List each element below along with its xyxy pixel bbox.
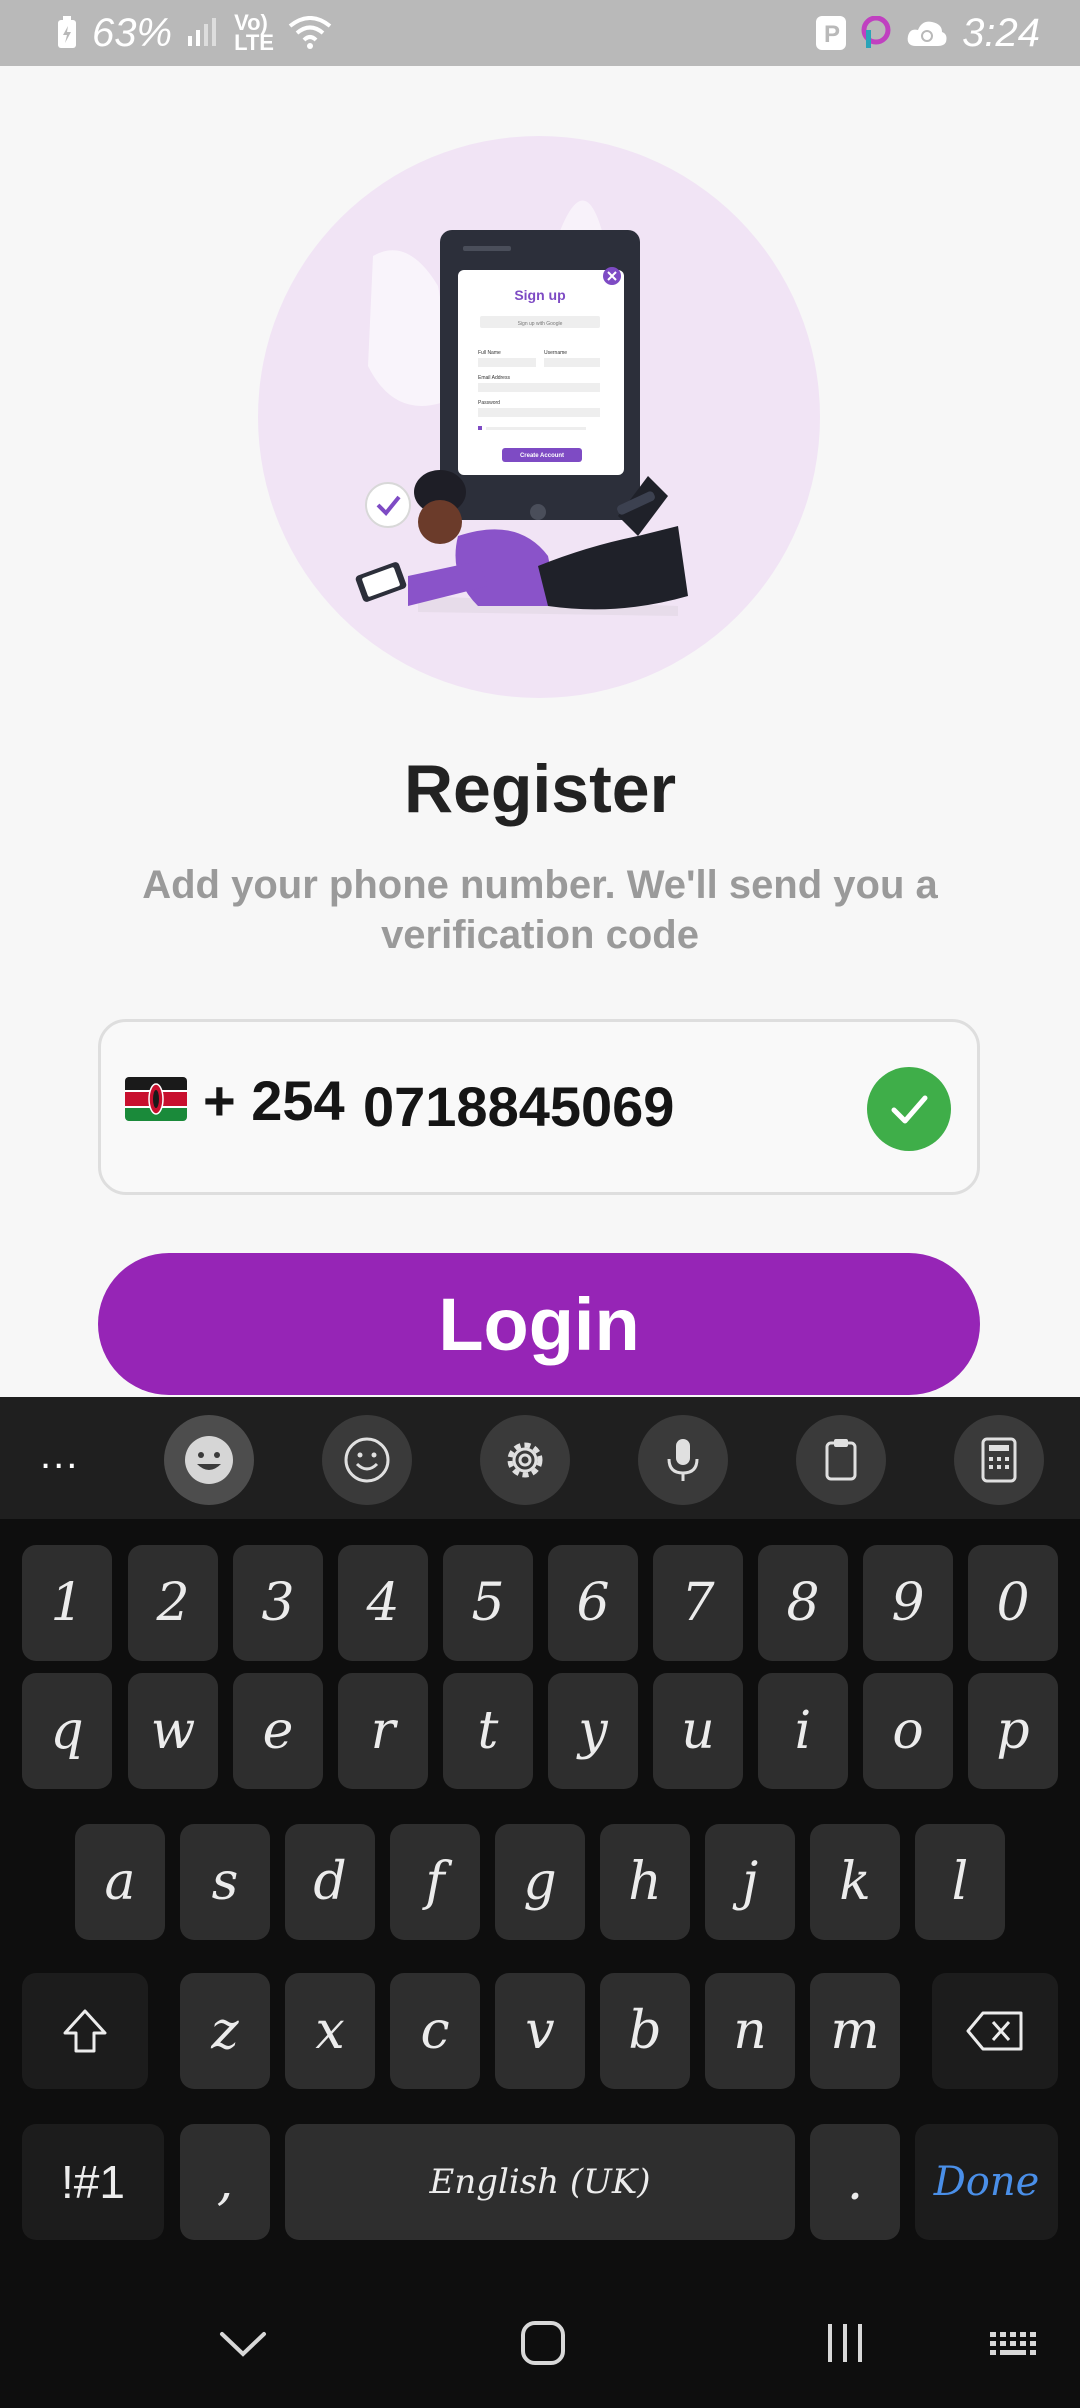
key-3[interactable]: 3 (233, 1545, 323, 1661)
gear-icon (507, 1442, 543, 1478)
backspace-icon (966, 2011, 1023, 2051)
keyboard-mode-button[interactable] (954, 1415, 1044, 1505)
key-g[interactable]: g (495, 1824, 585, 1940)
face-filled-icon (185, 1436, 233, 1484)
smiley-icon (344, 1437, 390, 1483)
kenya-flag-icon[interactable] (125, 1077, 187, 1121)
key-4[interactable]: 4 (338, 1545, 428, 1661)
key-o[interactable]: o (863, 1673, 953, 1789)
key-w[interactable]: w (128, 1673, 218, 1789)
emoji-button[interactable] (322, 1415, 412, 1505)
keyboard-switch-icon[interactable] (988, 2330, 1044, 2360)
key-6[interactable]: 6 (548, 1545, 638, 1661)
recent-apps-icon[interactable] (822, 2320, 868, 2366)
volte-indicator: Vo) LTE (234, 10, 274, 55)
key-i[interactable]: i (758, 1673, 848, 1789)
on-screen-keyboard: ... 1 2 3 4 5 6 7 8 9 0 q w e r t y u i … (0, 1397, 1080, 2408)
signal-icon (188, 18, 217, 46)
clipboard-button[interactable] (796, 1415, 886, 1505)
email-label: Email Address (478, 375, 510, 381)
done-key[interactable]: Done (915, 2124, 1058, 2240)
key-e[interactable]: e (233, 1673, 323, 1789)
key-q[interactable]: q (22, 1673, 112, 1789)
keypad-icon (981, 1437, 1017, 1483)
parking-app-icon: P (816, 16, 847, 50)
backspace-key[interactable] (932, 1973, 1058, 2089)
key-5[interactable]: 5 (443, 1545, 533, 1661)
system-navigation-bar (0, 2280, 1080, 2408)
key-l[interactable]: l (915, 1824, 1005, 1940)
key-r[interactable]: r (338, 1673, 428, 1789)
key-j[interactable]: j (705, 1824, 795, 1940)
login-button[interactable]: Login (98, 1253, 980, 1395)
key-f[interactable]: f (390, 1824, 480, 1940)
more-options-button[interactable]: ... (40, 1433, 79, 1478)
settings-button[interactable] (480, 1415, 570, 1505)
key-t[interactable]: t (443, 1673, 533, 1789)
voice-input-button[interactable] (638, 1415, 728, 1505)
comma-key[interactable]: , (180, 2124, 270, 2240)
page-title: Register (403, 751, 677, 827)
sticker-emoji-button[interactable] (164, 1415, 254, 1505)
space-bar[interactable]: English (UK) (285, 2124, 795, 2240)
key-7[interactable]: 7 (653, 1545, 743, 1661)
status-bar: 63% Vo) LTE P 3:24 (0, 0, 1080, 66)
cloud-sync-icon (907, 21, 947, 46)
key-2[interactable]: 2 (128, 1545, 218, 1661)
valid-check-icon (867, 1067, 951, 1151)
key-s[interactable]: s (180, 1824, 270, 1940)
create-account-button: Create Account (520, 453, 564, 459)
battery-percentage: 63% (92, 10, 173, 55)
battery-icon (58, 16, 76, 48)
country-code[interactable]: + 254 (203, 1068, 345, 1133)
google-signup-button: Sign up with Google (518, 321, 563, 327)
key-d[interactable]: d (285, 1824, 375, 1940)
signup-illustration: Sign up Sign up with Google Full Name Us… (258, 136, 820, 698)
microphone-icon (667, 1439, 699, 1481)
keyboard-toolbar: ... (0, 1397, 1080, 1519)
signup-card-title: Sign up (514, 287, 565, 303)
symbols-key[interactable]: !#1 (22, 2124, 164, 2240)
key-b[interactable]: b (600, 1973, 690, 2089)
period-key[interactable]: . (810, 2124, 900, 2240)
key-k[interactable]: k (810, 1824, 900, 1940)
svg-text:P: P (824, 21, 840, 48)
phone-input-field[interactable]: + 254 0718845069 (98, 1019, 980, 1195)
key-z[interactable]: z (180, 1973, 270, 2089)
clock: 3:24 (962, 10, 1040, 55)
key-a[interactable]: a (75, 1824, 165, 1940)
key-h[interactable]: h (600, 1824, 690, 1940)
key-8[interactable]: 8 (758, 1545, 848, 1661)
username-label: Username (544, 350, 567, 356)
key-u[interactable]: u (653, 1673, 743, 1789)
key-m[interactable]: m (810, 1973, 900, 2089)
key-v[interactable]: v (495, 1973, 585, 2089)
picsart-icon (861, 16, 891, 48)
wifi-icon (288, 16, 332, 49)
key-0[interactable]: 0 (968, 1545, 1058, 1661)
key-c[interactable]: c (390, 1973, 480, 2089)
key-y[interactable]: y (548, 1673, 638, 1789)
phone-number-input[interactable]: 0718845069 (363, 1074, 674, 1139)
home-icon[interactable] (520, 2320, 566, 2366)
page-subtitle: Add your phone number. We'll send you a … (142, 863, 938, 957)
key-9[interactable]: 9 (863, 1545, 953, 1661)
key-p[interactable]: p (968, 1673, 1058, 1789)
clipboard-icon (825, 1439, 857, 1481)
full-name-label: Full Name (478, 350, 501, 356)
key-x[interactable]: x (285, 1973, 375, 2089)
shift-arrow-icon (63, 2009, 107, 2053)
shift-key[interactable] (22, 1973, 148, 2089)
key-1[interactable]: 1 (22, 1545, 112, 1661)
password-label: Password (478, 400, 500, 406)
key-n[interactable]: n (705, 1973, 795, 2089)
hide-keyboard-icon[interactable] (218, 2328, 268, 2358)
